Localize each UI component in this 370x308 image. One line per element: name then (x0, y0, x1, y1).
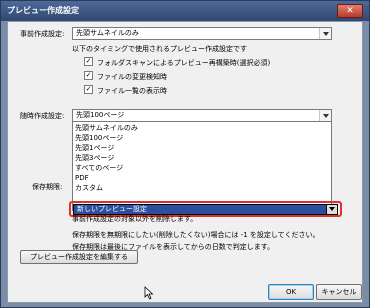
window-title: プレビュー作成設定 (7, 6, 79, 15)
title-bar: プレビュー作成設定 ✕ (1, 1, 369, 21)
chevron-down-icon[interactable] (319, 110, 331, 121)
mouse-cursor-icon (144, 286, 154, 300)
preview-settings-dialog: プレビュー作成設定 ✕ 事前作成設定: 先頭サムネイルのみ 以下のタイミングで使… (0, 0, 370, 308)
list-item[interactable]: 先頭サムネイルのみ (75, 123, 138, 133)
file-change-checkbox[interactable]: ✓ (84, 71, 93, 80)
advance-setting-label: 事前作成設定: (20, 30, 65, 38)
edit-preview-settings-button[interactable]: プレビュー作成設定を編集する (20, 250, 138, 264)
list-item[interactable]: すべてのページ (75, 163, 123, 173)
list-item[interactable]: PDF (75, 173, 89, 183)
new-preview-setting-label: 新しいプレビュー設定 (77, 205, 147, 213)
advance-note: 以下のタイミングで使用されるプレビュー作成設定です (72, 45, 247, 53)
file-change-label: ファイルの変更検知時 (97, 73, 167, 81)
advance-setting-value: 先頭サムネイルのみ (76, 29, 139, 37)
list-item[interactable]: カスタム (75, 183, 103, 193)
retention-note-2: 保存期限を無期限にしたい(削除したくない)場合には -1 を設定してください。 (72, 231, 320, 239)
ondemand-setting-label: 随時作成設定: (20, 112, 65, 120)
retention-label: 保存期限: (32, 183, 63, 191)
list-item[interactable]: 先頭100ページ (75, 133, 123, 143)
ok-button[interactable]: OK (268, 284, 314, 300)
cancel-button[interactable]: キャンセル (316, 284, 362, 300)
folder-scan-label: フォルダスキャンによるプレビュー再構築時(選択必須) (97, 59, 271, 67)
ondemand-dropdown-list[interactable]: 先頭サムネイルのみ 先頭100ページ 先頭1ページ 先頭3ページ すべてのページ… (72, 121, 332, 211)
retention-note-1: 事前作成設定の対象以外を削除します。 (72, 215, 198, 223)
chevron-down-icon[interactable] (326, 205, 337, 214)
dialog-body: 事前作成設定: 先頭サムネイルのみ 以下のタイミングで使用されるプレビュー作成設… (7, 21, 363, 303)
ondemand-setting-value: 先頭100ページ (76, 111, 125, 119)
list-item[interactable]: 先頭3ページ (75, 153, 114, 163)
close-icon[interactable]: ✕ (337, 4, 363, 18)
file-list-checkbox[interactable]: ✓ (84, 85, 93, 94)
folder-scan-checkbox[interactable]: ✓ (84, 57, 93, 66)
advance-setting-select[interactable]: 先頭サムネイルのみ (72, 27, 332, 40)
chevron-down-icon[interactable] (319, 28, 331, 39)
file-list-label: ファイル一覧の表示時 (97, 87, 167, 95)
list-item[interactable]: 先頭1ページ (75, 143, 114, 153)
